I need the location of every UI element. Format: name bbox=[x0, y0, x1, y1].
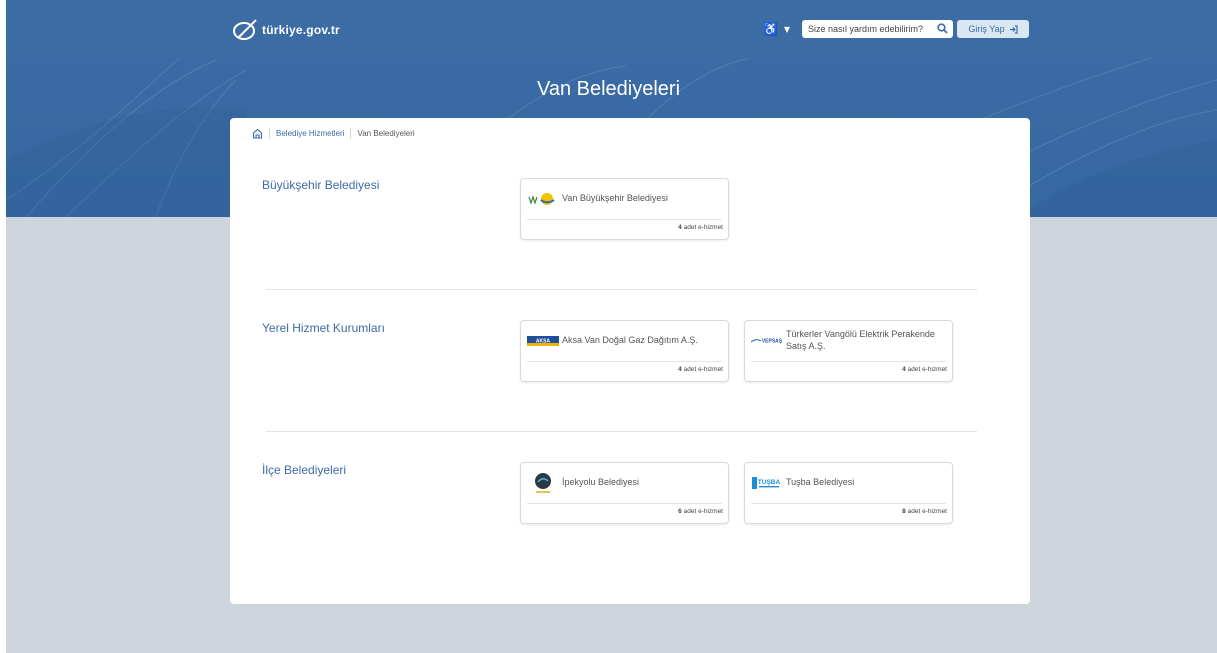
tile-name: İpekyolu Belediyesi bbox=[562, 477, 640, 487]
svg-text:AKSA: AKSA bbox=[536, 339, 551, 345]
tusba-logo: TUŞBA bbox=[751, 471, 783, 495]
home-icon[interactable] bbox=[252, 128, 263, 139]
tile-van-buyuksehir[interactable]: Van Büyükşehir Belediyesi 4 adet e-hizme… bbox=[520, 178, 729, 240]
tusba-logo-icon: TUŞBA bbox=[752, 477, 781, 489]
accessibility-icon: ♿ bbox=[763, 22, 778, 36]
service-count: 4 adet e-hizmet bbox=[678, 366, 723, 373]
search-icon[interactable] bbox=[937, 23, 948, 34]
aksa-logo-icon: AKSA bbox=[527, 336, 559, 346]
vepsas-logo: VEPSAŞ bbox=[751, 329, 783, 353]
breadcrumb-separator bbox=[350, 127, 352, 139]
section-divider bbox=[266, 431, 977, 432]
logo-text: türkiye.gov.tr bbox=[262, 23, 340, 37]
breadcrumb: Belediye Hizmetleri Van Belediyeleri bbox=[252, 125, 415, 141]
tile-aksa-van[interactable]: AKSA Aksa Van Doğal Gaz Dağıtım A.Ş. 4 a… bbox=[520, 320, 729, 382]
ipekyolu-logo bbox=[527, 471, 559, 495]
section-title-ilce: İlçe Belediyeleri bbox=[262, 463, 347, 477]
svg-text:TUŞBA: TUŞBA bbox=[758, 479, 781, 486]
accessibility-menu[interactable]: ♿ ▾ bbox=[763, 22, 790, 36]
tile-divider bbox=[527, 361, 722, 362]
page-title: Van Belediyeleri bbox=[536, 78, 681, 100]
section-divider bbox=[266, 289, 977, 290]
van-buyuksehir-logo bbox=[527, 187, 559, 211]
vepsas-logo-icon: VEPSAŞ bbox=[751, 339, 783, 345]
tile-tusba[interactable]: TUŞBA Tuşba Belediyesi 8 adet e-hizmet bbox=[744, 462, 953, 524]
service-count: 4 adet e-hizmet bbox=[678, 224, 723, 231]
breadcrumb-separator bbox=[269, 127, 270, 139]
tile-name: Türkerler Vangölü Elektrik Perakende Sat… bbox=[786, 329, 935, 351]
tile-divider bbox=[527, 219, 722, 220]
sign-in-icon bbox=[1009, 24, 1018, 34]
breadcrumb-item-belediye-hizmetleri[interactable]: Belediye Hizmetleri bbox=[276, 129, 344, 138]
tile-turkerler-vangolu[interactable]: VEPSAŞ Türkerler Vangölü Elektrik Perake… bbox=[744, 320, 953, 382]
logo-swoosh-icon bbox=[233, 19, 257, 40]
top-bar bbox=[6, 0, 1217, 58]
tile-divider bbox=[751, 503, 946, 504]
service-count: 4 adet e-hizmet bbox=[902, 366, 947, 373]
section-title-yerel-hizmet: Yerel Hizmet Kurumları bbox=[262, 321, 385, 335]
tile-name: Tuşba Belediyesi bbox=[786, 477, 855, 487]
tile-ipekyolu[interactable]: İpekyolu Belediyesi 6 adet e-hizmet bbox=[520, 462, 729, 524]
ipekyolu-logo-icon bbox=[535, 473, 551, 493]
login-button[interactable]: Giriş Yap bbox=[957, 20, 1029, 38]
breadcrumb-item-current: Van Belediyeleri bbox=[357, 128, 415, 138]
login-label: Giriş Yap bbox=[968, 24, 1005, 34]
content-card: Belediye Hizmetleri Van Belediyeleri Büy… bbox=[230, 118, 1030, 604]
tile-divider bbox=[527, 503, 722, 504]
service-count: 6 adet e-hizmet bbox=[678, 508, 723, 515]
site-logo[interactable]: türkiye.gov.tr bbox=[232, 18, 340, 42]
section-title-buyuksehir: Büyükşehir Belediyesi bbox=[262, 178, 380, 192]
search-box bbox=[802, 20, 953, 38]
chevron-down-icon: ▾ bbox=[783, 22, 790, 36]
service-count: 8 adet e-hizmet bbox=[902, 508, 947, 515]
aksa-logo: AKSA bbox=[527, 329, 559, 353]
tile-divider bbox=[751, 361, 946, 362]
tile-name: Van Büyükşehir Belediyesi bbox=[562, 193, 668, 203]
tile-name: Aksa Van Doğal Gaz Dağıtım A.Ş. bbox=[562, 335, 698, 345]
search-input[interactable] bbox=[808, 24, 932, 34]
svg-text:VEPSAŞ: VEPSAŞ bbox=[762, 339, 783, 345]
van-logo-icon bbox=[528, 193, 555, 205]
